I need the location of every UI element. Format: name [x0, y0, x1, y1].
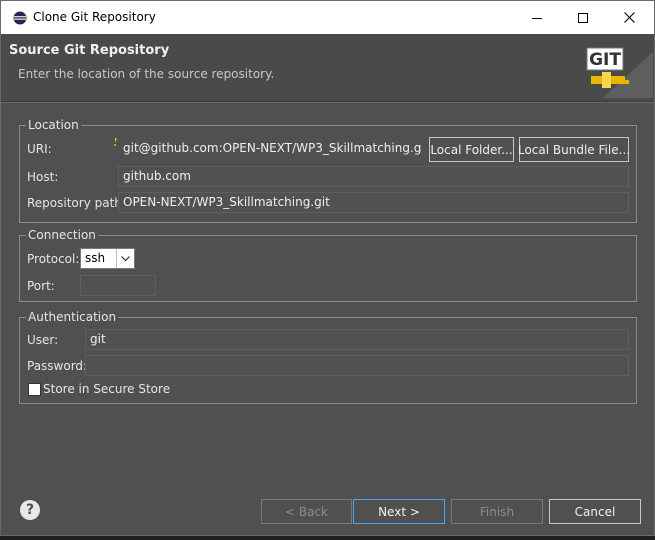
- git-logo-text: GIT: [589, 50, 621, 70]
- local-bundle-file-button[interactable]: Local Bundle File...: [518, 137, 630, 162]
- password-input[interactable]: [85, 355, 629, 376]
- page-subtitle: Enter the location of the source reposit…: [18, 67, 275, 81]
- connection-legend: Connection: [26, 227, 98, 243]
- uri-input[interactable]: git@github.com:OPEN-NEXT/WP3_Skillmatchi…: [118, 138, 423, 159]
- protocol-value: ssh: [85, 251, 106, 265]
- host-label: Host:: [27, 170, 59, 184]
- protocol-select[interactable]: ssh: [80, 248, 135, 269]
- port-label: Port:: [27, 279, 55, 293]
- window-title: Clone Git Repository: [33, 10, 156, 24]
- password-label: Password:: [27, 359, 88, 373]
- store-secure-label[interactable]: Store in Secure Store: [43, 382, 170, 396]
- finish-button[interactable]: Finish: [451, 499, 543, 524]
- next-button[interactable]: Next >: [353, 499, 445, 524]
- protocol-label: Protocol:: [27, 252, 80, 266]
- user-input[interactable]: git: [85, 329, 629, 350]
- wizard-header: Source Git Repository Enter the location…: [1, 34, 654, 102]
- clone-git-repository-dialog: Clone Git Repository Source Git Reposito…: [0, 0, 655, 536]
- cancel-button[interactable]: Cancel: [549, 499, 641, 524]
- host-input[interactable]: github.com: [118, 166, 629, 187]
- location-legend: Location: [26, 117, 81, 133]
- repository-path-label: Repository path:: [27, 196, 126, 210]
- background-editor-strip: [0, 536, 655, 540]
- eclipse-icon: [13, 11, 27, 25]
- authentication-legend: Authentication: [26, 309, 119, 325]
- local-folder-button[interactable]: Local Folder...: [429, 137, 514, 162]
- port-input[interactable]: [80, 275, 156, 296]
- page-title: Source Git Repository: [9, 43, 170, 58]
- help-icon[interactable]: ?: [20, 500, 40, 520]
- maximize-icon: [578, 12, 588, 23]
- git-logo-icon: GIT: [586, 47, 653, 98]
- minimize-button[interactable]: [514, 1, 560, 34]
- minimize-icon: [532, 17, 542, 19]
- repository-path-input[interactable]: OPEN-NEXT/WP3_Skillmatching.git: [118, 192, 629, 213]
- uri-label: URI:: [27, 142, 52, 156]
- title-bar[interactable]: Clone Git Repository: [1, 1, 654, 34]
- header-divider: [1, 102, 654, 103]
- maximize-button[interactable]: [560, 1, 606, 34]
- close-button[interactable]: [606, 1, 652, 34]
- back-button[interactable]: < Back: [261, 499, 352, 524]
- store-secure-checkbox[interactable]: [28, 383, 41, 396]
- user-label: User:: [27, 333, 59, 347]
- close-icon: [623, 12, 635, 23]
- chevron-down-icon: [116, 249, 134, 268]
